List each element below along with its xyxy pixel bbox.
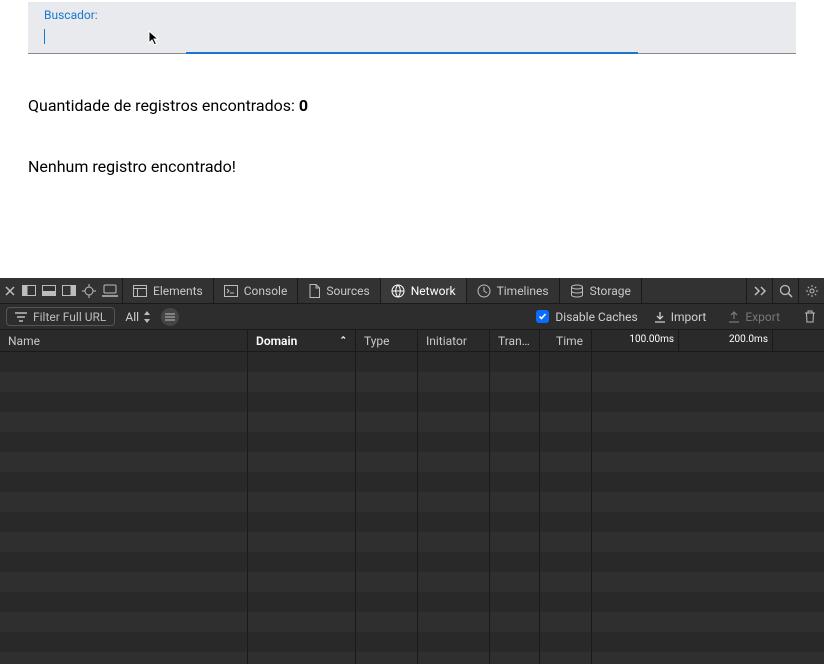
target-icon[interactable] (82, 284, 96, 298)
import-label: Import (671, 310, 707, 324)
tab-timelines-label: Timelines (497, 284, 549, 298)
chevron-double-right-icon (753, 285, 767, 297)
upload-icon (728, 311, 740, 323)
search-input[interactable] (44, 26, 780, 45)
close-icon[interactable] (4, 285, 16, 297)
timeline-tick (678, 330, 679, 351)
records-count-label: Quantidade de registros encontrados: (28, 96, 299, 115)
col-header-name[interactable]: Name (0, 330, 248, 351)
dock-left-icon[interactable] (22, 285, 36, 296)
gear-icon (805, 284, 819, 298)
table-row (0, 432, 824, 452)
table-row (0, 592, 824, 612)
dock-right-icon[interactable] (62, 285, 76, 296)
network-table-body (0, 352, 824, 664)
empty-message: Nenhum registro encontrado! (28, 157, 796, 176)
tab-network-label: Network (411, 284, 456, 298)
checkbox-checked-icon (536, 310, 549, 323)
url-filter-input[interactable]: Filter Full URL (6, 307, 115, 326)
table-row (0, 472, 824, 492)
table-row (0, 352, 824, 372)
table-row (0, 492, 824, 512)
disable-caches-toggle[interactable]: Disable Caches (536, 310, 637, 324)
network-table-header: Name Domain⌃ Type Initiator Tran… Time 1… (0, 330, 824, 352)
table-row (0, 532, 824, 552)
col-header-transferred[interactable]: Tran… (490, 330, 540, 351)
text-caret (44, 29, 45, 44)
disable-caches-label: Disable Caches (555, 310, 637, 324)
search-field-container[interactable]: Buscador: (28, 2, 796, 54)
tab-network[interactable]: Network (381, 278, 467, 303)
col-header-timeline: 100.00ms 200.0ms (592, 330, 824, 351)
sort-asc-icon: ⌃ (339, 336, 347, 346)
table-row (0, 632, 824, 652)
trash-icon (804, 310, 816, 323)
tab-console-label: Console (244, 284, 288, 298)
search-button[interactable] (772, 278, 798, 304)
sources-icon (308, 284, 320, 298)
records-count: Quantidade de registros encontrados: 0 (28, 96, 796, 115)
table-row (0, 412, 824, 432)
table-row (0, 572, 824, 592)
dock-bottom-icon[interactable] (42, 285, 56, 296)
timelines-icon (477, 284, 491, 298)
table-row (0, 372, 824, 392)
devtools-right-controls (746, 278, 824, 303)
import-button[interactable]: Import (648, 310, 713, 324)
overflow-button[interactable] (746, 278, 772, 304)
device-icon[interactable] (102, 284, 118, 297)
sort-arrows-icon (143, 311, 151, 323)
devtools-panel: Elements Console Sources Network Timelin… (0, 278, 824, 664)
filter-scope-label: All (125, 310, 139, 324)
filter-scope-select[interactable]: All (125, 310, 151, 324)
timeline-tick (772, 330, 773, 351)
devtools-tabbar: Elements Console Sources Network Timelin… (0, 278, 824, 304)
table-row (0, 552, 824, 572)
export-button: Export (722, 310, 786, 324)
filter-icon (15, 312, 27, 322)
col-header-initiator[interactable]: Initiator (418, 330, 490, 351)
timeline-tick-label: 200.0ms (729, 334, 772, 345)
network-filter-bar: Filter Full URL All Disable Caches Impor… (0, 304, 824, 330)
table-row (0, 392, 824, 412)
elements-icon (133, 285, 147, 297)
app-content: Buscador: Quantidade de registros encont… (0, 2, 824, 176)
col-header-domain[interactable]: Domain⌃ (248, 330, 356, 351)
tab-timelines[interactable]: Timelines (467, 278, 560, 303)
lines-icon (165, 313, 175, 321)
url-filter-placeholder: Filter Full URL (33, 310, 106, 324)
search-icon (779, 284, 793, 298)
tab-storage-label: Storage (590, 284, 631, 298)
storage-icon (570, 284, 584, 298)
table-row (0, 652, 824, 664)
table-row (0, 452, 824, 472)
tab-storage[interactable]: Storage (560, 278, 642, 303)
records-count-value: 0 (299, 96, 308, 115)
tab-console[interactable]: Console (214, 278, 299, 303)
col-header-time[interactable]: Time (540, 330, 592, 351)
table-row (0, 612, 824, 632)
table-row (0, 512, 824, 532)
network-icon (391, 284, 405, 298)
filter-group-button[interactable] (161, 308, 179, 326)
timeline-tick-label: 100.00ms (629, 334, 678, 345)
clear-button[interactable] (796, 310, 818, 323)
tab-elements[interactable]: Elements (123, 278, 214, 303)
export-label: Export (745, 310, 780, 324)
devtools-left-controls (0, 278, 123, 303)
tab-sources-label: Sources (326, 284, 369, 298)
download-icon (654, 311, 666, 323)
console-icon (224, 285, 238, 297)
settings-button[interactable] (798, 278, 824, 304)
tab-sources[interactable]: Sources (298, 278, 380, 303)
tab-elements-label: Elements (153, 284, 203, 298)
col-header-type[interactable]: Type (356, 330, 418, 351)
search-label: Buscador: (44, 8, 780, 22)
